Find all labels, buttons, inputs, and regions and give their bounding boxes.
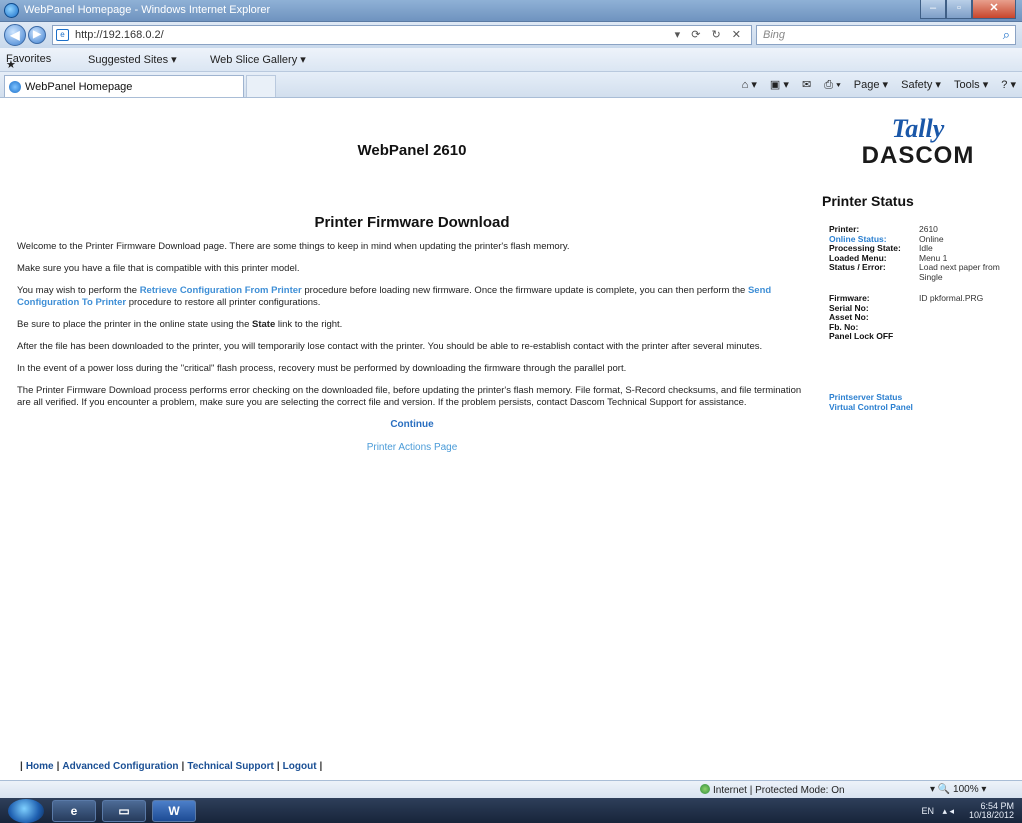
tools-menu[interactable]: Tools ▾: [954, 79, 988, 91]
star-icon: ★: [6, 59, 16, 71]
tab-favicon-icon: [9, 81, 21, 93]
page-menu[interactable]: Page ▾: [854, 79, 888, 91]
intro-paragraph: Welcome to the Printer Firmware Download…: [17, 241, 570, 252]
virtual-control-panel-link[interactable]: Virtual Control Panel: [829, 402, 913, 412]
home-icon[interactable]: ⌂ ▾: [742, 79, 757, 91]
minimize-button[interactable]: –: [920, 0, 946, 19]
taskbar-word[interactable]: W: [152, 800, 196, 822]
printer-status-title: Printer Status: [822, 193, 914, 209]
system-tray: EN ▴ ◂ 6:54 PM 10/18/2012: [921, 802, 1014, 820]
clock-date[interactable]: 10/18/2012: [969, 811, 1014, 820]
browser-status-bar: Internet | Protected Mode: On ▾ 🔍 100% ▾: [0, 780, 1022, 798]
web-slice-gallery-link[interactable]: Web Slice Gallery ▾: [210, 53, 306, 66]
compatibility-paragraph: Make sure you have a file that is compat…: [17, 263, 300, 274]
footer-home-link[interactable]: Home: [26, 761, 54, 772]
feeds-icon[interactable]: ▣ ▾: [770, 79, 789, 91]
window-title-bar: WebPanel Homepage - Windows Internet Exp…: [0, 0, 1022, 22]
page-icon: e: [56, 29, 69, 41]
footer-technical-support-link[interactable]: Technical Support: [187, 761, 274, 772]
mail-icon[interactable]: ✉: [802, 79, 811, 91]
tally-dascom-logo: Tally DASCOM: [861, 114, 975, 169]
print-icon[interactable]: ⎙ ▾: [824, 79, 840, 91]
footer-nav: | Home | Advanced Configuration | Technical S…: [20, 761, 323, 772]
search-placeholder: Bing: [763, 29, 786, 41]
site-title: WebPanel 2610: [357, 142, 467, 159]
window-title: WebPanel Homepage - Windows Internet Exp…: [24, 4, 271, 16]
back-button[interactable]: ◀: [4, 24, 26, 46]
search-icon[interactable]: ⌕: [1003, 27, 1010, 43]
power-loss-paragraph: In the event of a power loss during the …: [17, 363, 627, 374]
printer-actions-link[interactable]: Printer Actions Page: [17, 442, 807, 453]
state-text: State: [252, 319, 276, 330]
address-toolbar: ◀ ▶ e http://192.168.0.2/ ▾ ⟳ ↻ ✕ Bing ⌕: [0, 22, 1022, 48]
forward-button[interactable]: ▶: [28, 26, 46, 44]
security-zone[interactable]: Internet | Protected Mode: On: [700, 784, 845, 796]
search-input[interactable]: Bing ⌕: [756, 25, 1016, 45]
safety-menu[interactable]: Safety ▾: [901, 79, 941, 91]
error-checking-paragraph: The Printer Firmware Download process pe…: [17, 385, 802, 408]
web-page: WebPanel 2610 Printer Firmware Download …: [0, 99, 1022, 780]
tab-bar: WebPanel Homepage ⌂ ▾ ▣ ▾ ✉ ⎙ ▾ Page ▾ S…: [0, 72, 1022, 98]
globe-icon: [700, 784, 710, 794]
favorites-button[interactable]: ★ Favorites: [6, 53, 51, 71]
internet-explorer-icon: [4, 3, 19, 18]
contact-paragraph: After the file has been downloaded to th…: [17, 341, 763, 352]
close-button[interactable]: ✕: [972, 0, 1016, 19]
maximize-button[interactable]: ▫: [946, 0, 972, 19]
tray-expand-icon[interactable]: ▴ ◂: [942, 807, 954, 816]
retrieve-configuration-link[interactable]: Retrieve Configuration From Printer: [140, 285, 302, 296]
windows-taskbar: e ▭ W EN ▴ ◂ 6:54 PM 10/18/2012: [0, 798, 1022, 823]
taskbar-file-explorer[interactable]: ▭: [102, 800, 146, 822]
sidebar-links: Printserver Status Virtual Control Panel: [829, 392, 913, 412]
refresh-stop-icons[interactable]: ▾ ⟳ ↻ ✕: [675, 28, 745, 41]
firmware-download-section: Printer Firmware Download Welcome to the…: [17, 214, 807, 453]
zoom-level[interactable]: ▾ 🔍 100% ▾: [930, 784, 986, 795]
printserver-status-link[interactable]: Printserver Status: [829, 392, 913, 402]
page-heading: Printer Firmware Download: [314, 214, 510, 231]
configuration-paragraph: You may wish to perform the Retrieve Con…: [17, 285, 772, 308]
online-state-paragraph: Be sure to place the printer in the onli…: [17, 319, 343, 330]
tab-webpanel-homepage[interactable]: WebPanel Homepage: [4, 75, 244, 97]
start-button[interactable]: [8, 799, 44, 823]
help-icon[interactable]: ? ▾: [1001, 79, 1016, 91]
address-bar[interactable]: e http://192.168.0.2/ ▾ ⟳ ↻ ✕: [52, 25, 752, 45]
taskbar-internet-explorer[interactable]: e: [52, 800, 96, 822]
favorites-bar: ★ Favorites Suggested Sites ▾ Web Slice …: [0, 48, 1022, 72]
url-text[interactable]: http://192.168.0.2/: [75, 29, 164, 41]
language-indicator[interactable]: EN: [921, 807, 934, 816]
command-bar: ⌂ ▾ ▣ ▾ ✉ ⎙ ▾ Page ▾ Safety ▾ Tools ▾ ? …: [732, 78, 1016, 92]
tab-title: WebPanel Homepage: [25, 81, 133, 93]
status-row: Status / Error: Load next paper from Sing…: [829, 262, 1000, 282]
status-row: Panel Lock OFF: [829, 331, 894, 341]
suggested-sites-link[interactable]: Suggested Sites ▾: [88, 53, 177, 66]
printer-status-table: Printer: 2610 Online Status: Online Proces…: [829, 224, 1009, 342]
footer-logout-link[interactable]: Logout: [283, 761, 317, 772]
continue-link[interactable]: Continue: [17, 419, 807, 430]
new-tab-button[interactable]: [246, 75, 276, 97]
footer-advanced-configuration-link[interactable]: Advanced Configuration: [62, 761, 178, 772]
